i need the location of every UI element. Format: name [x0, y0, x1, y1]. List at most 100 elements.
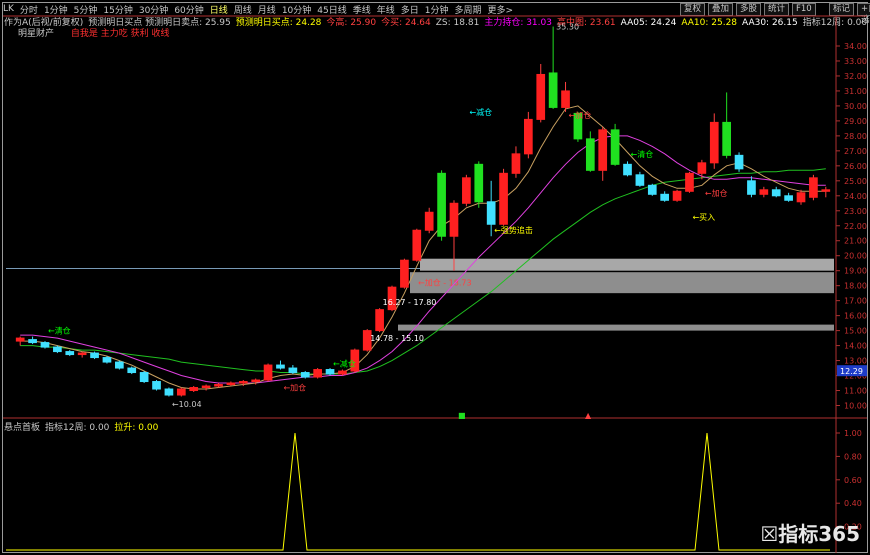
signal-marker-1: ▲ — [585, 411, 592, 420]
candle-body-42 — [536, 73, 546, 120]
candle-body-40 — [511, 153, 521, 174]
candle-body-10 — [139, 372, 149, 383]
candle-body-16 — [214, 384, 223, 387]
candle-body-29 — [375, 309, 384, 332]
candle-body-50 — [635, 174, 645, 186]
y-tick-label-14: 24.00 — [844, 192, 867, 201]
candle-body-0 — [15, 337, 25, 342]
candle-body-23 — [300, 372, 310, 378]
candle-body-51 — [647, 184, 657, 195]
y-tick-label-18: 28.00 — [844, 132, 867, 141]
candle-body-12 — [164, 388, 174, 396]
candle-body-7 — [102, 357, 112, 363]
candle-body-55 — [697, 162, 707, 174]
y-tick-label-8: 18.00 — [844, 282, 867, 291]
candle-body-6 — [90, 352, 99, 359]
candle-body-8 — [115, 361, 124, 369]
candle-body-60 — [759, 189, 769, 195]
candle-body-4 — [65, 351, 75, 356]
candle-body-57 — [722, 121, 731, 156]
y-tick-label-3: 13.00 — [844, 357, 867, 366]
candle-body-25 — [325, 369, 335, 375]
annotation-5: 14.78 - 15.10 — [370, 334, 424, 343]
candle-body-53 — [672, 190, 682, 201]
y-tick-label-20: 30.00 — [844, 102, 867, 111]
y-tick-label-0: 10.00 — [844, 402, 867, 411]
y-tick-label-6: 16.00 — [844, 312, 867, 321]
candle-body-64 — [809, 177, 818, 198]
candle-body-46 — [585, 138, 595, 171]
annotation-8: 35.30 — [556, 23, 579, 32]
candle-body-15 — [201, 385, 211, 389]
y-tick-label-12: 22.00 — [844, 222, 867, 231]
candle-body-19 — [251, 379, 261, 383]
y-tick-label-19: 29.00 — [844, 117, 867, 126]
y-tick-label-22: 32.00 — [844, 72, 867, 81]
kline-chart[interactable]: 10.0011.0012.0013.0014.0015.0016.0017.00… — [0, 0, 870, 555]
price-zone-1 — [410, 272, 834, 294]
candle-body-59 — [747, 180, 756, 195]
candle-body-3 — [53, 346, 62, 353]
current-price-label: 12.29 — [840, 367, 863, 376]
annotation-2: ←加仓 — [283, 383, 306, 393]
candle-body-35 — [449, 202, 459, 237]
candle-body-22 — [288, 367, 298, 374]
brand-watermark: ☒指标365 — [760, 522, 860, 546]
candle-body-32 — [412, 229, 422, 261]
y-tick-label-13: 23.00 — [844, 207, 867, 216]
candle-body-11 — [152, 381, 161, 390]
candle-body-36 — [462, 177, 471, 204]
candle-body-14 — [189, 387, 199, 392]
candle-body-21 — [276, 364, 285, 369]
candle-body-62 — [784, 195, 793, 201]
candle-body-58 — [734, 154, 744, 170]
candle-body-33 — [424, 211, 434, 231]
y-tick-label-21: 31.00 — [844, 87, 867, 96]
candle-body-37 — [474, 163, 484, 203]
candle-body-63 — [796, 192, 806, 203]
signal-marker-0: ■ — [458, 411, 466, 420]
annotation-0: ←清仓 — [48, 326, 71, 336]
y-tick-label-23: 33.00 — [844, 57, 867, 66]
y-tick-label-1: 11.00 — [844, 387, 867, 396]
y-tick-label-10: 20.00 — [844, 252, 867, 261]
candle-body-34 — [437, 172, 446, 237]
candle-body-31 — [400, 259, 409, 288]
candle-body-54 — [685, 172, 694, 192]
candle-body-26 — [338, 370, 347, 375]
candle-body-41 — [524, 118, 533, 155]
ind-tick-label-1: 0.80 — [844, 452, 862, 461]
candle-body-2 — [40, 342, 50, 348]
annotation-12: ←买入 — [692, 213, 715, 222]
annotation-7: ←强势追击 — [494, 225, 533, 235]
ind-tick-label-3: 0.40 — [844, 499, 862, 508]
y-tick-label-11: 21.00 — [844, 237, 867, 246]
candle-body-47 — [598, 129, 608, 171]
candle-body-20 — [263, 364, 273, 381]
annotation-10: ←清仓 — [631, 149, 654, 159]
annotation-9: ←加仓 — [569, 110, 592, 120]
y-tick-label-4: 14.00 — [844, 342, 867, 351]
y-tick-label-15: 25.00 — [844, 177, 867, 186]
ind-tick-label-2: 0.60 — [844, 476, 862, 485]
candle-body-44 — [561, 90, 570, 108]
annotation-3: ←减仓 — [333, 359, 356, 369]
zone-label-1: ←加仓 - 18.73 — [418, 278, 472, 288]
annotation-4: 16.27 - 17.80 — [383, 298, 437, 307]
candle-body-17 — [226, 382, 236, 386]
annotation-11: ←加仓 — [705, 188, 728, 198]
price-zone-0 — [420, 258, 834, 271]
indicator-line — [6, 432, 830, 551]
candle-body-13 — [176, 388, 186, 396]
candle-body-24 — [313, 369, 322, 378]
y-tick-label-16: 26.00 — [844, 162, 867, 171]
candle-body-9 — [127, 367, 137, 374]
candle-body-38 — [486, 201, 496, 225]
y-tick-label-17: 27.00 — [844, 147, 867, 156]
ma-fast-line — [20, 105, 826, 390]
candle-body-56 — [709, 121, 719, 164]
candle-body-43 — [548, 72, 558, 108]
ind-tick-label-0: 1.00 — [844, 429, 862, 438]
candle-body-39 — [499, 172, 508, 225]
candle-body-61 — [771, 189, 781, 197]
